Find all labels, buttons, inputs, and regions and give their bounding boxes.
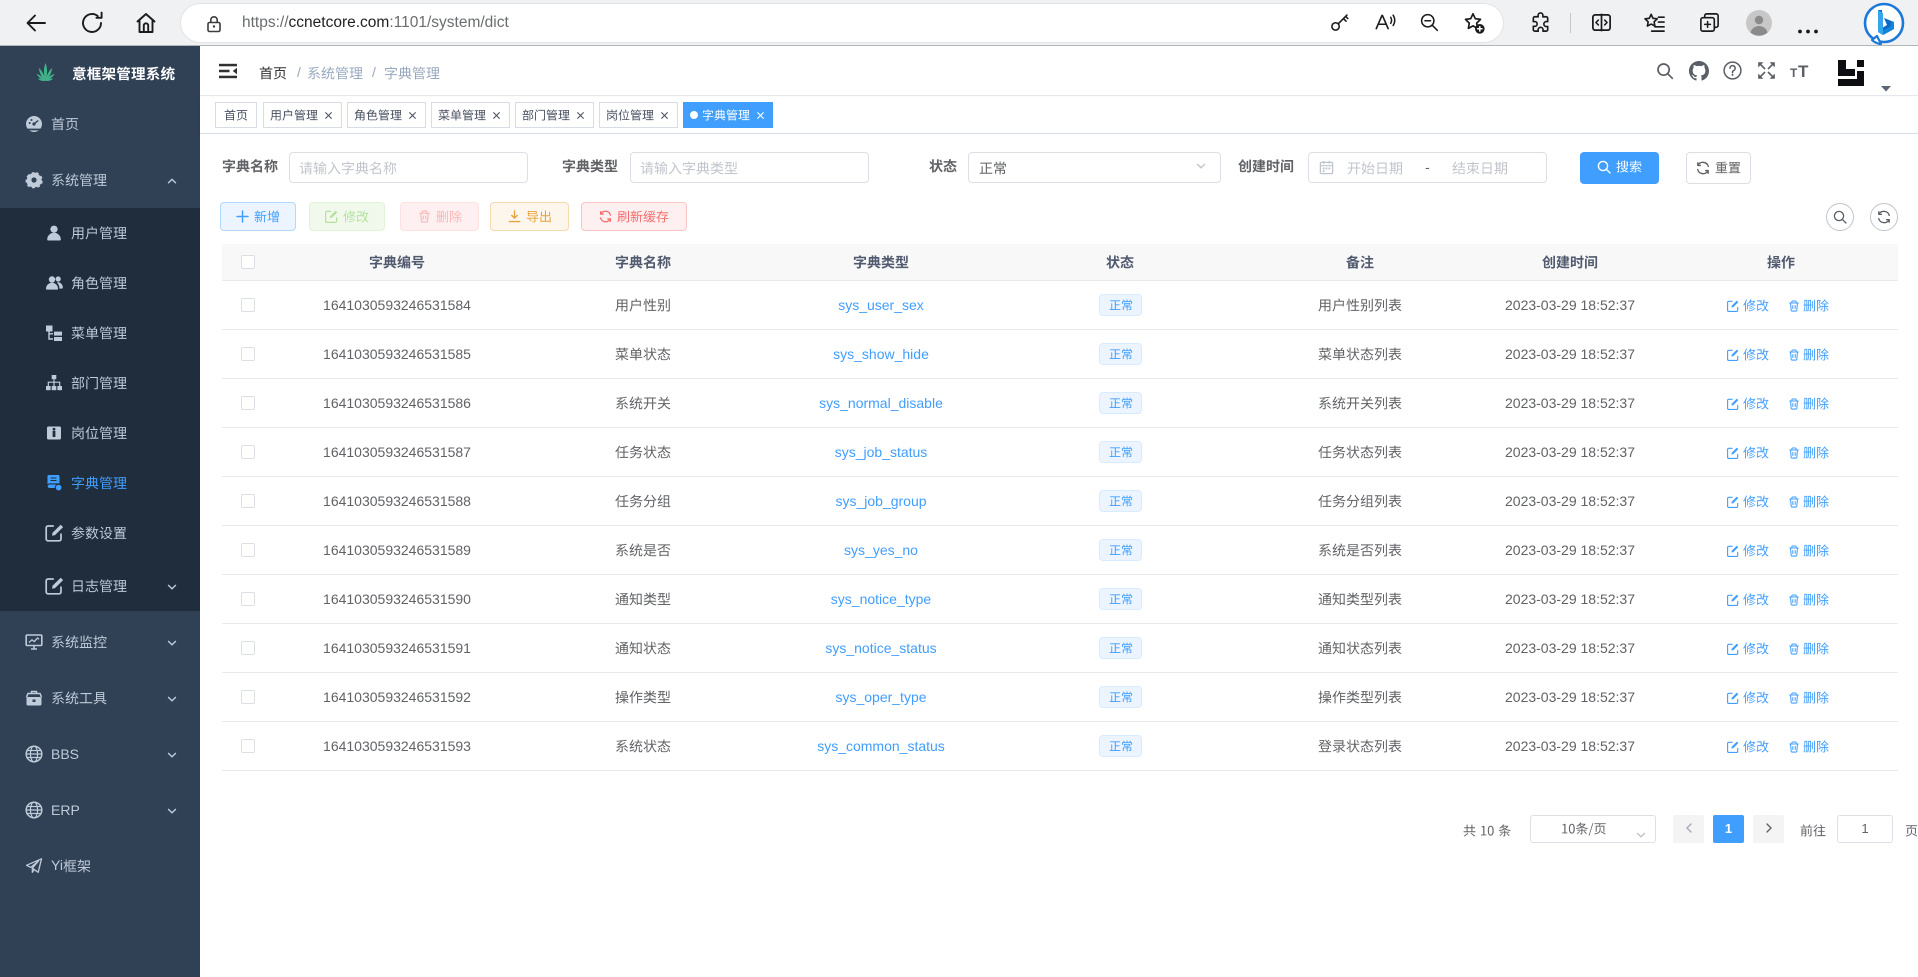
svg-text:T: T <box>1798 62 1809 80</box>
svg-text:T: T <box>1790 66 1798 80</box>
